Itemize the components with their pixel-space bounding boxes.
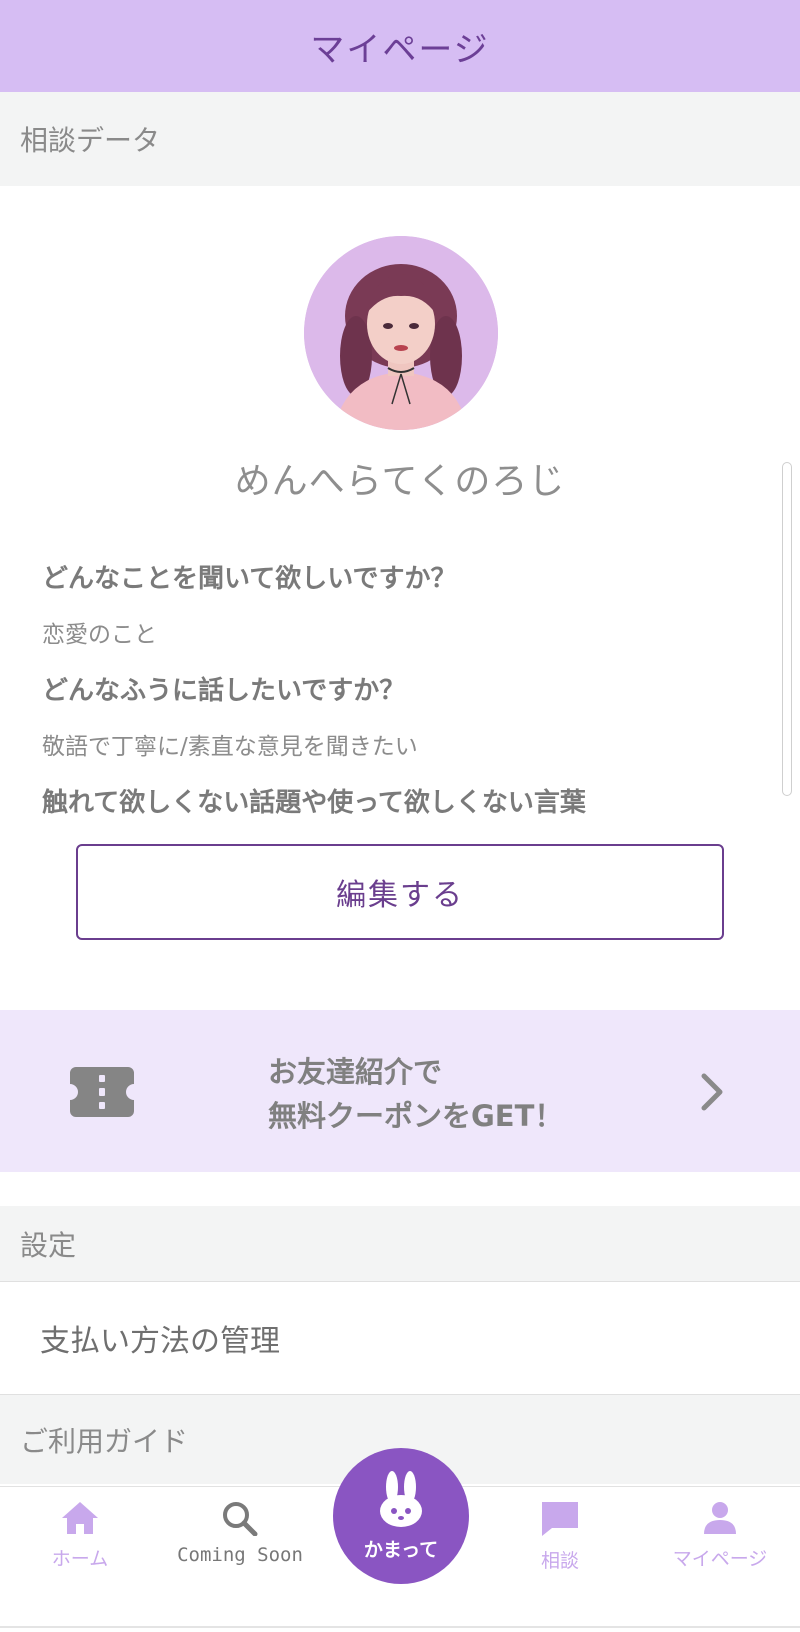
- username: めんへらてくのろじ: [234, 461, 566, 502]
- tab-search-label: Coming Soon: [177, 1544, 303, 1566]
- page-title: マイページ: [310, 29, 490, 70]
- home-icon: [60, 1502, 100, 1540]
- rabbit-icon: [378, 1470, 424, 1531]
- tab-mypage[interactable]: マイページ: [650, 1500, 790, 1571]
- referral-line-2: 無料クーポンをGET！: [268, 1099, 564, 1133]
- tab-home[interactable]: ホーム: [10, 1500, 150, 1571]
- section-title: 設定: [20, 1228, 77, 1262]
- section-header-consult-data: 相談データ: [0, 92, 800, 186]
- qa-item: 触れて欲しくない話題や使って欲しくない言葉: [42, 782, 742, 819]
- scrollbar[interactable]: [782, 462, 792, 796]
- question-label: どんなことを聞いて欲しいですか？: [42, 564, 457, 594]
- payment-method-item[interactable]: 支払い方法の管理: [0, 1283, 800, 1393]
- avatar-illustration: [304, 236, 498, 430]
- tab-search[interactable]: Coming Soon: [170, 1500, 310, 1566]
- app-header: マイページ: [0, 0, 800, 92]
- chevron-right-icon: [700, 1072, 724, 1116]
- referral-line-1: お友達紹介で: [268, 1055, 443, 1089]
- kamatte-button[interactable]: かまって: [333, 1448, 469, 1584]
- search-icon: [220, 1502, 260, 1540]
- edit-button[interactable]: 編集する: [76, 844, 724, 940]
- answer-text: 恋愛のこと: [42, 622, 157, 648]
- tab-consult[interactable]: 相談: [490, 1500, 630, 1573]
- section-header-settings: 設定: [0, 1206, 800, 1282]
- kamatte-label: かまって: [363, 1538, 439, 1561]
- section-title: 相談データ: [20, 124, 161, 157]
- question-label: 触れて欲しくない話題や使って欲しくない言葉: [42, 788, 586, 818]
- tab-consult-label: 相談: [540, 1550, 579, 1572]
- qa-item: どんなことを聞いて欲しいですか？ 恋愛のこと: [42, 558, 742, 649]
- avatar[interactable]: [304, 236, 498, 430]
- ticket-icon: [70, 1067, 134, 1121]
- tab-home-label: ホーム: [51, 1548, 109, 1570]
- divider: [0, 1626, 800, 1628]
- tab-mypage-label: マイページ: [672, 1548, 768, 1570]
- section-title: ご利用ガイド: [20, 1424, 189, 1458]
- referral-text: お友達紹介で 無料クーポンをGET！: [268, 1050, 563, 1138]
- payment-method-label: 支払い方法の管理: [40, 1324, 280, 1359]
- question-label: どんなふうに話したいですか？: [42, 676, 406, 706]
- answer-text: 敬語で丁寧に/素直な意見を聞きたい: [42, 734, 418, 760]
- chat-bubble-icon: [540, 1502, 580, 1542]
- qa-item: どんなふうに話したいですか？ 敬語で丁寧に/素直な意見を聞きたい: [42, 670, 742, 761]
- person-icon: [700, 1502, 740, 1540]
